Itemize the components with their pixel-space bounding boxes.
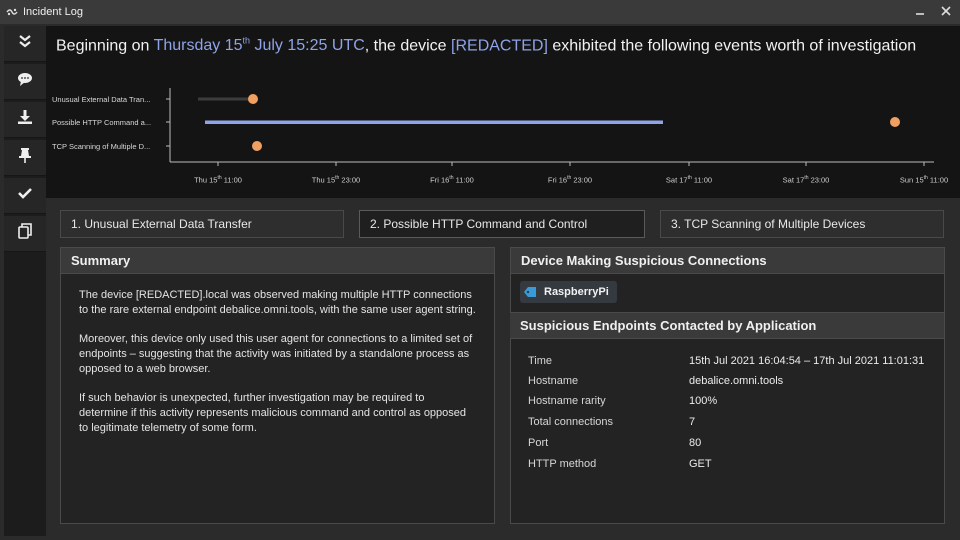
endpoint-field-value: 7 — [689, 416, 696, 428]
summary-paragraph: If such behavior is unexpected, further … — [79, 392, 467, 434]
window-title: Incident Log — [23, 6, 83, 18]
incident-headline: Beginning on Thursday 15th July 15:25 UT… — [56, 36, 917, 55]
incident-device-name: [REDACTED] — [451, 37, 548, 55]
endpoints-title: Suspicious Endpoints Contacted by Applic… — [510, 312, 944, 339]
pin-icon — [17, 147, 33, 168]
tab-event-1[interactable]: 1. Unusual External Data Transfer — [60, 210, 344, 238]
chat-bubble-icon — [17, 71, 33, 92]
device-chip[interactable]: RaspberryPi — [520, 281, 617, 303]
endpoint-field-value: 80 — [689, 437, 702, 449]
timeline-tick-label: Sat 17th 11:00 — [665, 175, 713, 185]
title-bar: Incident Log — [0, 0, 960, 24]
tab-event-2[interactable]: 2. Possible HTTP Command and Control — [359, 210, 645, 238]
event-marker[interactable] — [890, 117, 900, 127]
summary-panel: Summary The device [REDACTED].local was … — [60, 247, 495, 524]
pin-button[interactable] — [4, 140, 46, 176]
summary-paragraph: Moreover, this device only used this use… — [79, 333, 473, 375]
download-icon — [17, 109, 33, 130]
event-marker[interactable] — [248, 94, 258, 104]
endpoint-field-label: Total connections — [528, 416, 613, 428]
event-marker[interactable] — [252, 141, 262, 151]
double-chevron-down-icon — [17, 33, 33, 54]
timeline-tick-label: Thu 15th 11:00 — [194, 175, 242, 185]
event-timeline: Unusual External Data Tran... Possible H… — [46, 82, 960, 194]
sidebar — [4, 26, 46, 536]
timeline-tick-label: Fri 16th 11:00 — [430, 175, 474, 185]
copy-icon — [17, 223, 33, 244]
endpoint-field-label: Time — [528, 355, 553, 367]
timeline-tick-label: Fri 16th 23:00 — [547, 175, 593, 185]
timeline-tick-label: Thu 15th 23:00 — [311, 175, 361, 185]
download-button[interactable] — [4, 102, 46, 138]
minimize-icon[interactable] — [912, 3, 928, 19]
endpoint-field-value: debalice.omni.tools — [689, 375, 784, 387]
incident-overview: Beginning on Thursday 15th July 15:25 UT… — [46, 26, 960, 198]
device-panel-title: Device Making Suspicious Connections — [511, 248, 944, 274]
endpoint-field-value: GET — [689, 458, 712, 470]
endpoint-field-label: HTTP method — [528, 458, 597, 470]
event-bar-row2[interactable] — [205, 120, 663, 125]
endpoint-field-label: Hostname rarity — [528, 395, 606, 407]
summary-title: Summary — [61, 248, 494, 274]
endpoint-field-label: Port — [528, 437, 549, 449]
endpoint-field-label: Hostname — [528, 375, 579, 387]
timeline-tick-label: Sun 15th 11:00 — [899, 175, 949, 185]
collapse-all-button[interactable] — [4, 26, 46, 62]
tab-event-3[interactable]: 3. TCP Scanning of Multiple Devices — [660, 210, 944, 238]
checkmark-icon — [17, 185, 33, 206]
device-tag-icon — [524, 287, 536, 297]
incident-start-date: Thursday 15th July 15:25 UTC — [153, 36, 365, 55]
close-icon[interactable] — [938, 3, 954, 19]
device-chip-label: RaspberryPi — [544, 286, 609, 298]
copy-button[interactable] — [4, 216, 46, 252]
timeline-tick-label: Sat 17th 23:00 — [782, 175, 830, 185]
acknowledge-button[interactable] — [4, 178, 46, 214]
event-bar-row1[interactable] — [198, 97, 253, 101]
app-logo-icon — [5, 5, 19, 19]
comment-button[interactable] — [4, 64, 46, 100]
endpoint-field-value: 100% — [689, 395, 718, 407]
summary-text: The device [REDACTED].local was observed… — [61, 274, 494, 464]
endpoint-field-value: 15th Jul 2021 16:04:54 – 17th Jul 2021 1… — [689, 355, 925, 367]
summary-paragraph: The device [REDACTED].local was observed… — [79, 289, 476, 316]
